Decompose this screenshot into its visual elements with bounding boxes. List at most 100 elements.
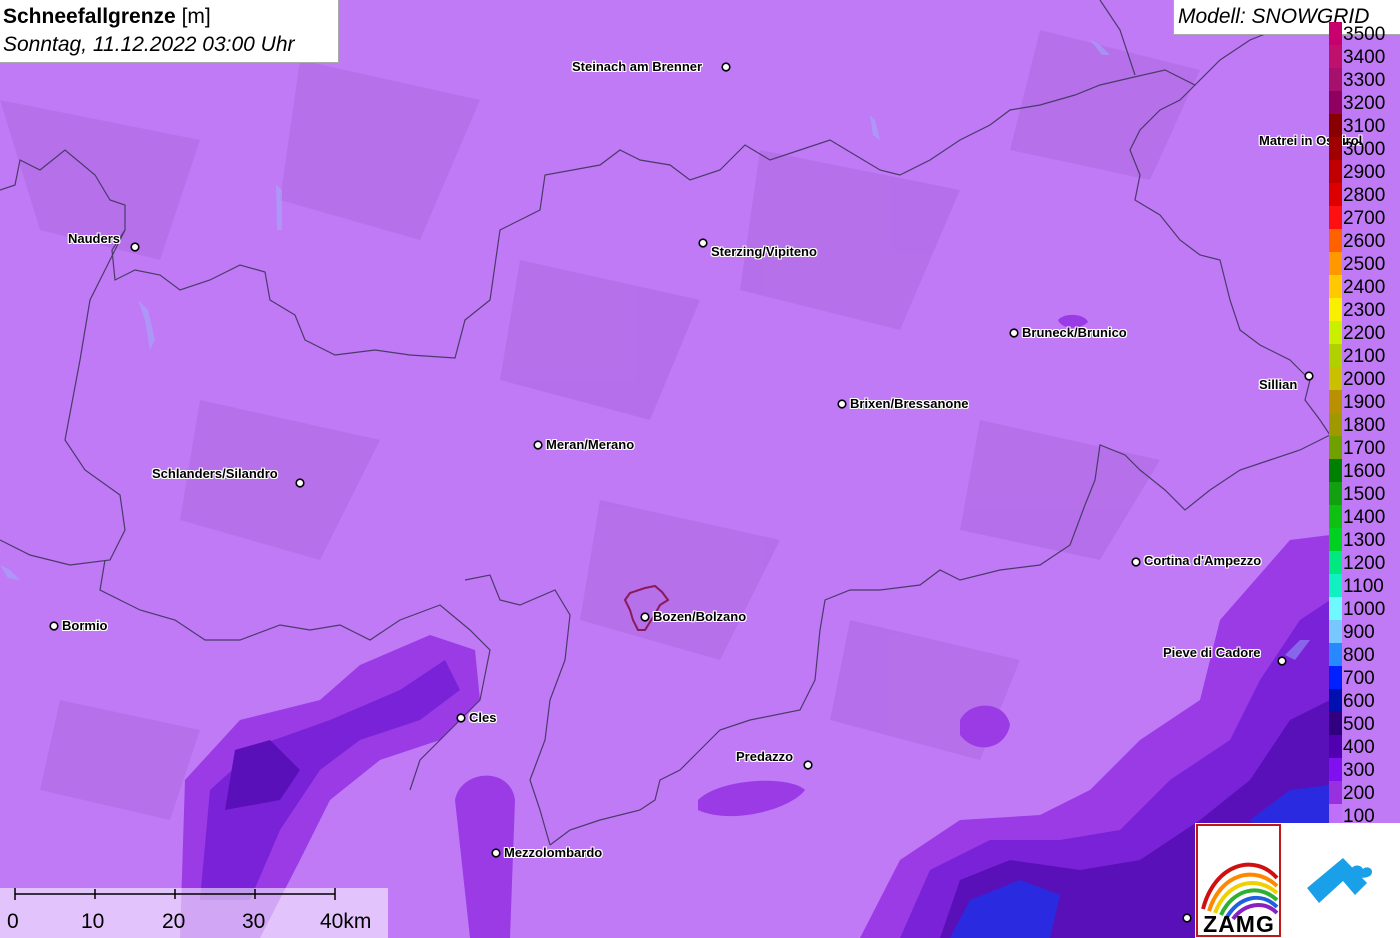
legend-label: 2000 — [1343, 369, 1386, 390]
legend-label: 3300 — [1343, 70, 1386, 91]
city-marker-steinach[interactable] — [721, 62, 731, 72]
legend-swatch — [1329, 482, 1342, 505]
legend-item: 2600 — [1329, 229, 1400, 252]
city-label-bozen: Bozen/Bolzano — [653, 609, 747, 624]
legend-label: 1000 — [1343, 599, 1386, 620]
legend-label: 3000 — [1343, 139, 1386, 160]
legend-label: 3500 — [1343, 24, 1386, 45]
legend-swatch — [1329, 758, 1342, 781]
legend-item: 2300 — [1329, 298, 1400, 321]
city-marker-cles[interactable] — [456, 713, 466, 723]
city-label-mezzolombardo: Mezzolombardo — [504, 845, 603, 860]
legend-label: 3100 — [1343, 116, 1386, 137]
legend-swatch — [1329, 390, 1342, 413]
city-marker-sterzing[interactable] — [698, 238, 708, 248]
legend-label: 2600 — [1343, 231, 1386, 252]
legend-label: 3400 — [1343, 47, 1386, 68]
legend-item: 1400 — [1329, 505, 1400, 528]
map-datetime: Sonntag, 11.12.2022 03:00 Uhr — [3, 33, 295, 56]
city-marker-bozen[interactable] — [640, 612, 650, 622]
legend-swatch — [1329, 45, 1342, 68]
legend-item: 2500 — [1329, 252, 1400, 275]
legend-label: 2400 — [1343, 277, 1386, 298]
city-marker-bruneck[interactable] — [1009, 328, 1019, 338]
legend-item: 3200 — [1329, 91, 1400, 114]
scale-bar: 0 10 20 30 40km — [0, 888, 388, 938]
legend-item: 1700 — [1329, 436, 1400, 459]
legend-item: 2800 — [1329, 183, 1400, 206]
city-marker-sillian[interactable] — [1304, 371, 1314, 381]
city-marker-mezzolombardo[interactable] — [491, 848, 501, 858]
city-marker-meran[interactable] — [533, 440, 543, 450]
city-label-cles: Cles — [469, 710, 497, 725]
legend-item: 1600 — [1329, 459, 1400, 482]
legend-label: 1400 — [1343, 507, 1386, 528]
legend-swatch — [1329, 22, 1342, 45]
legend-swatch — [1329, 344, 1342, 367]
city-label-meran: Meran/Merano — [546, 437, 635, 452]
city-marker-trento[interactable] — [1182, 913, 1192, 923]
city-label-brixen: Brixen/Bressanone — [850, 396, 969, 411]
legend-label: 1600 — [1343, 461, 1386, 482]
scale-label-10: 10 — [81, 910, 105, 933]
city-marker-nauders[interactable] — [130, 242, 140, 252]
legend-swatch — [1329, 114, 1342, 137]
legend-label: 1900 — [1343, 392, 1386, 413]
legend-item: 500 — [1329, 712, 1400, 735]
legend-label: 200 — [1343, 783, 1375, 804]
legend-swatch — [1329, 252, 1342, 275]
legend-item: 2000 — [1329, 367, 1400, 390]
legend-label: 300 — [1343, 760, 1375, 781]
city-label-bruneck: Bruneck/Brunico — [1022, 325, 1127, 340]
zamg-logo-text: ZAMG — [1203, 911, 1275, 937]
city-marker-schlanders[interactable] — [295, 478, 305, 488]
legend-item: 3400 — [1329, 45, 1400, 68]
legend-swatch — [1329, 229, 1342, 252]
legend-label: 800 — [1343, 645, 1375, 666]
city-label-sillian: Sillian — [1259, 377, 1298, 392]
legend-label: 2700 — [1343, 208, 1386, 229]
legend-swatch — [1329, 505, 1342, 528]
legend-item: 1200 — [1329, 551, 1400, 574]
legend-item: 600 — [1329, 689, 1400, 712]
legend-swatch — [1329, 620, 1342, 643]
legend-swatch — [1329, 275, 1342, 298]
legend-label: 2500 — [1343, 254, 1386, 275]
city-marker-cortina[interactable] — [1131, 557, 1141, 567]
city-marker-bormio[interactable] — [49, 621, 59, 631]
scale-label-40km: 40km — [320, 910, 372, 933]
legend-label: 1700 — [1343, 438, 1386, 459]
legend-swatch — [1329, 436, 1342, 459]
legend-swatch — [1329, 712, 1342, 735]
legend-swatch — [1329, 367, 1342, 390]
legend-label: 1500 — [1343, 484, 1386, 505]
legend-label: 2200 — [1343, 323, 1386, 344]
legend-item: 400 — [1329, 735, 1400, 758]
city-label-steinach: Steinach am Brenner — [572, 59, 703, 74]
legend-item: 900 — [1329, 620, 1400, 643]
legend-label: 2800 — [1343, 185, 1386, 206]
legend-item: 800 — [1329, 643, 1400, 666]
legend-label: 1800 — [1343, 415, 1386, 436]
legend-item: 700 — [1329, 666, 1400, 689]
legend-swatch — [1329, 643, 1342, 666]
legend-swatch — [1329, 735, 1342, 758]
city-label-sterzing: Sterzing/Vipiteno — [711, 244, 817, 259]
legend-swatch — [1329, 689, 1342, 712]
city-marker-brixen[interactable] — [837, 399, 847, 409]
legend-item: 2400 — [1329, 275, 1400, 298]
legend-swatch — [1329, 781, 1342, 804]
legend-item: 1500 — [1329, 482, 1400, 505]
legend-swatch — [1329, 574, 1342, 597]
legend-label: 600 — [1343, 691, 1375, 712]
city-label-bormio: Bormio — [62, 618, 108, 633]
city-marker-predazzo[interactable] — [803, 760, 813, 770]
color-legend: 3500 3400 3300 3200 3100 3000 2900 2800 2700 2600… — [1329, 22, 1400, 827]
legend-item: 1100 — [1329, 574, 1400, 597]
city-marker-pieve[interactable] — [1277, 656, 1287, 666]
legend-item: 1000 — [1329, 597, 1400, 620]
legend-item: 1800 — [1329, 413, 1400, 436]
city-label-predazzo: Predazzo — [736, 749, 794, 764]
legend-label: 2100 — [1343, 346, 1386, 367]
legend-item: 3000 — [1329, 137, 1400, 160]
